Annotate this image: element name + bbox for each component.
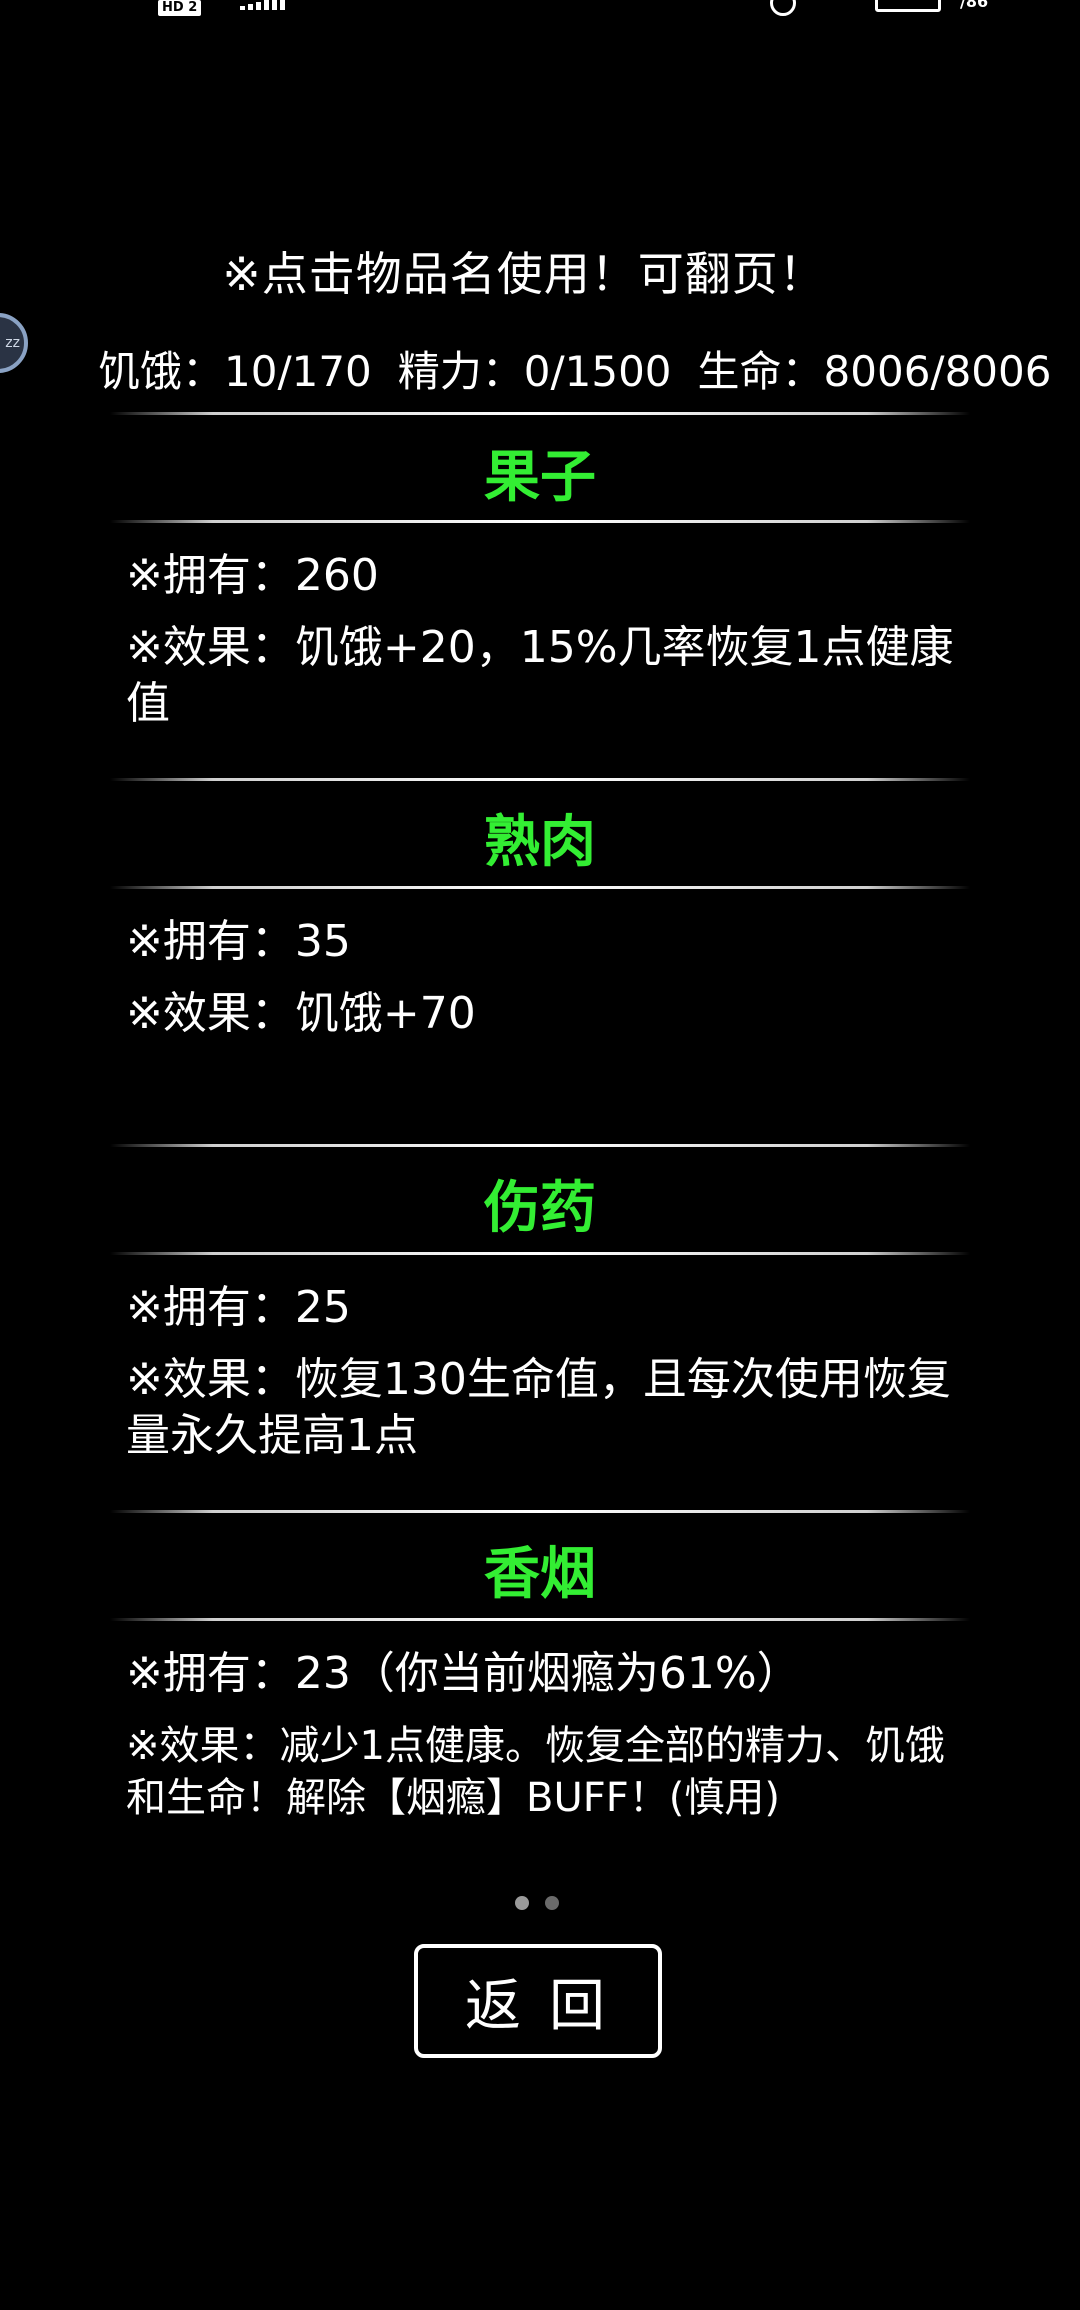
item-owned: ※拥有：260 <box>126 550 379 601</box>
status-time: /86 <box>960 0 989 11</box>
item-name-button[interactable]: 熟肉 <box>0 797 1080 878</box>
item-name-button[interactable]: 果子 <box>0 432 1080 513</box>
player-stats: 饥饿：10/170 精力：0/1500 生命：8006/8006 <box>98 338 1051 399</box>
item-effect: ※效果：饥饿+20，15%几率恢复1点健康值 <box>126 622 954 729</box>
divider <box>110 886 970 889</box>
usage-hint: ※点击物品名使用！可翻页！ <box>0 238 1080 304</box>
item-owned: ※拥有：35 <box>126 916 351 967</box>
divider <box>110 520 970 523</box>
life-stat: 生命：8006/8006 <box>697 347 1052 396</box>
page-dot-2[interactable] <box>545 1896 559 1910</box>
item-effect: ※效果：减少1点健康。恢复全部的精力、饥饿和生命！解除【烟瘾】BUFF！(慎用) <box>126 1723 945 1821</box>
signal-icon <box>240 0 310 10</box>
alarm-icon <box>770 0 796 16</box>
battery-icon <box>875 0 941 12</box>
item-owned: ※拥有：25 <box>126 1282 351 1333</box>
item-owned: ※拥有：23（你当前烟瘾为61%） <box>126 1648 801 1699</box>
floating-assistant-icon[interactable]: zz <box>0 313 28 373</box>
divider <box>110 1510 970 1513</box>
item-name-button[interactable]: 伤药 <box>0 1163 1080 1244</box>
page-indicator[interactable] <box>515 1896 559 1910</box>
divider <box>110 1252 970 1255</box>
status-right: /86 <box>770 0 1030 16</box>
divider <box>110 412 970 415</box>
energy-stat: 精力：0/1500 <box>397 347 672 396</box>
back-button[interactable]: 返回 <box>414 1944 662 2058</box>
divider <box>110 1144 970 1147</box>
hd-badge: HD 2 <box>158 0 202 16</box>
divider <box>110 778 970 781</box>
hunger-stat: 饥饿：10/170 <box>98 347 372 396</box>
usage-hint-text: ※点击物品名使用！可翻页！ <box>222 247 826 301</box>
item-effect: ※效果：饥饿+70 <box>126 988 476 1039</box>
page-dot-1[interactable] <box>515 1896 529 1910</box>
item-effect: ※效果：恢复130生命值，且每次使用恢复量永久提高1点 <box>126 1354 951 1461</box>
status-bar: HD 2 /86 <box>0 0 1080 20</box>
item-name-button[interactable]: 香烟 <box>0 1529 1080 1610</box>
divider <box>110 1618 970 1621</box>
sleep-icon: zz <box>5 335 20 351</box>
